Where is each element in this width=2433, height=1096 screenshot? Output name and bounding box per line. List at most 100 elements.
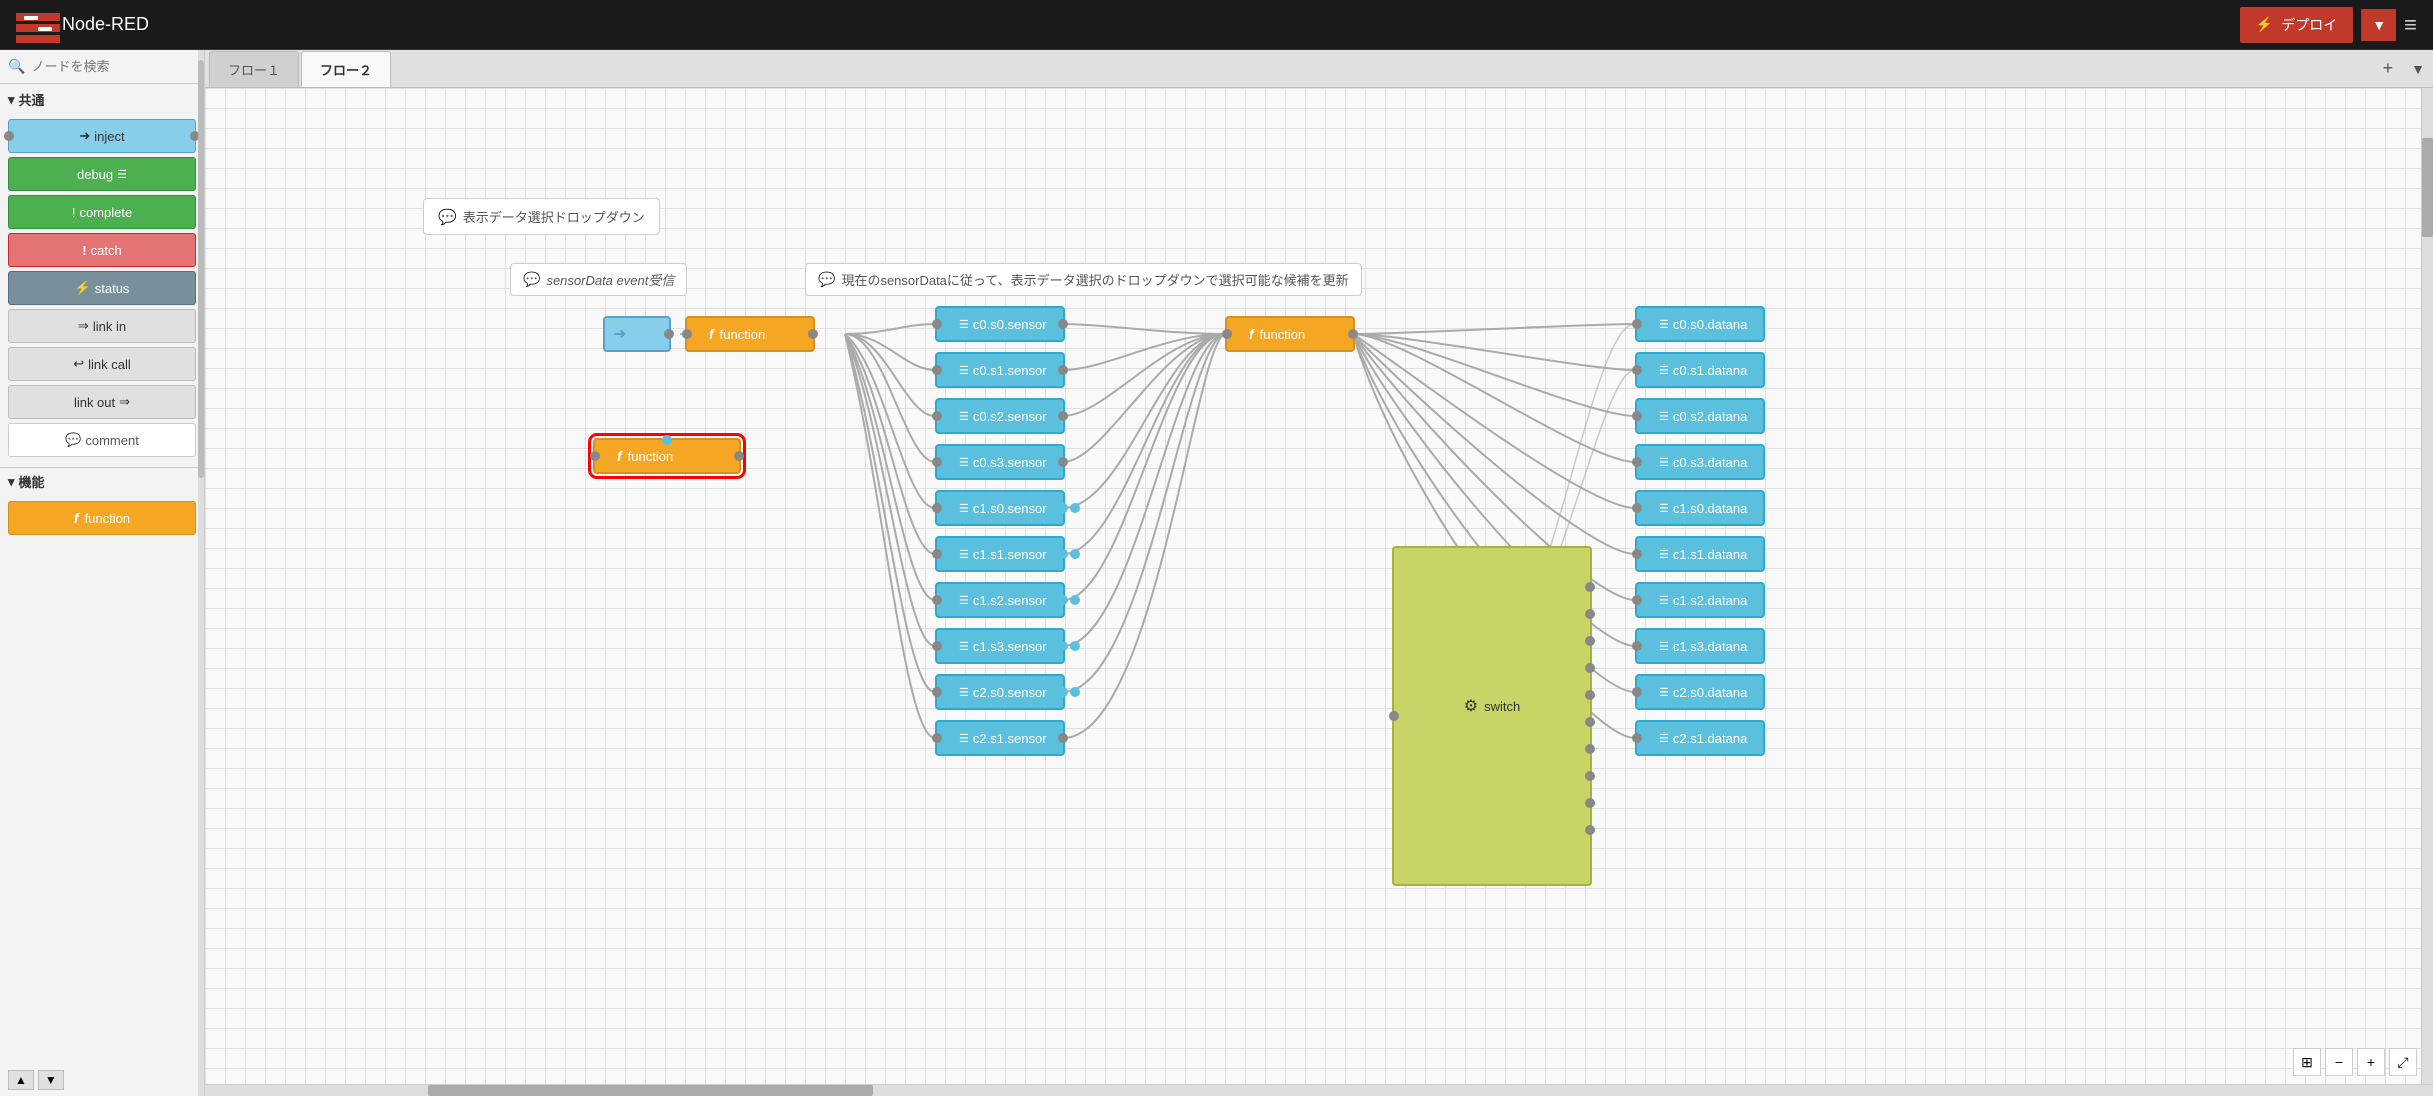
header-left: Node-RED [16,13,149,37]
fit-button[interactable]: ⤢ [2389,1048,2417,1076]
canvas-vertical-scrollbar[interactable] [2421,88,2433,1084]
deploy-dropdown-button[interactable]: ▼ [2361,9,2396,41]
layout-tool-button[interactable]: ⊞ [2293,1048,2321,1076]
deploy-label: デプロイ [2281,15,2337,35]
list-icon-c2s1: ☰ [959,732,969,745]
sw-port-5 [1585,690,1595,700]
list-icon-c0s2: ☰ [959,410,969,423]
function-node-1[interactable]: f function [685,316,815,352]
sidebar-item-link-call[interactable]: ↩ link call [8,347,196,381]
sidebar-item-inject[interactable]: ➜ inject [8,119,196,153]
sidebar-item-link-out[interactable]: link out ⇒ [8,385,196,419]
switch-node[interactable]: ⚙ switch [1392,546,1592,886]
add-tab-button[interactable]: + [2373,58,2404,79]
canvas-vscrollbar-thumb[interactable] [2422,138,2433,238]
nav-down-button[interactable]: ▼ [38,1070,64,1090]
datana-c0s3[interactable]: ☰ c0.s3.datana [1635,444,1765,480]
canvas-scrollbar-thumb[interactable] [428,1085,874,1096]
zoom-out-button[interactable]: − [2325,1048,2353,1076]
comment-dropdown[interactable]: 💬 表示データ選択ドロップダウン [423,198,660,235]
nav-up-button[interactable]: ▲ [8,1070,34,1090]
deploy-button[interactable]: ⚡ デプロイ [2240,7,2353,43]
sidebar-item-debug[interactable]: debug ☰ [8,157,196,191]
sensor-c1s2[interactable]: ☰ c1.s2.sensor [935,582,1065,618]
sensor-c2s1[interactable]: ☰ c2.s1.sensor [935,720,1065,756]
d-c1s0-pl [1632,503,1642,513]
sensor-c1s0[interactable]: ☰ c1.s0.sensor [935,490,1065,526]
tab-flow1[interactable]: フロー１ [209,51,299,87]
list-icon-d-c2s0: ☰ [1659,686,1669,699]
sensor-c0s0[interactable]: ☰ c0.s0.sensor [935,306,1065,342]
list-icon-c0s3: ☰ [959,456,969,469]
s-c2s0-pl [932,687,942,697]
d-c0s1-label: c0.s1.datana [1673,363,1747,378]
link-call-label: link call [88,357,131,372]
datana-c2s0[interactable]: ☰ c2.s0.datana [1635,674,1765,710]
complete-icon: ! [72,205,76,220]
datana-c2s1[interactable]: ☰ c2.s1.datana [1635,720,1765,756]
s-c0s2-pl [932,411,942,421]
sidebar-scrollbar-thumb[interactable] [198,60,204,478]
list-icon-c2s0: ☰ [959,686,969,699]
inject-node[interactable]: ➜ [603,316,671,352]
function-f-icon: f [74,510,79,526]
tab-flow2[interactable]: フロー２ [301,51,391,87]
section-common-header[interactable]: ▾ 共通 [0,84,204,115]
sw-port-8 [1585,771,1595,781]
sensor-c0s2[interactable]: ☰ c0.s2.sensor [935,398,1065,434]
connections-svg [205,88,2433,1096]
comment-update[interactable]: 💬 現在のsensorDataに従って、表示データ選択のドロップダウンで選択可能… [805,263,1362,296]
function-node-2[interactable]: f function [1225,316,1355,352]
section-function-header[interactable]: ▾ 機能 [0,467,204,497]
sensor-c0s1[interactable]: ☰ c0.s1.sensor [935,352,1065,388]
s-c1s3-pr [1058,641,1068,651]
datana-c1s0[interactable]: ☰ c1.s0.datana [1635,490,1765,526]
search-input[interactable] [31,59,205,74]
sw-port-4 [1585,663,1595,673]
search-box: 🔍 [0,50,204,84]
sensor-c0s3[interactable]: ☰ c0.s3.sensor [935,444,1065,480]
function-nodes-list: f function [0,497,204,539]
sidebar-scrollbar[interactable] [198,50,204,1096]
sensor-c2s0[interactable]: ☰ c2.s0.sensor [935,674,1065,710]
sidebar-item-link-in[interactable]: ⇒ link in [8,309,196,343]
header-right: ⚡ デプロイ ▼ ≡ [2240,7,2417,43]
header: Node-RED ⚡ デプロイ ▼ ≡ [0,0,2433,50]
function-node-selected[interactable]: f function [593,438,741,474]
switch-label: switch [1484,699,1520,714]
sw-port-left [1389,711,1399,721]
switch-node-label-container: ⚙ switch [1402,696,1582,716]
tab-dropdown-button[interactable]: ▼ [2403,61,2433,77]
datana-c1s3[interactable]: ☰ c1.s3.datana [1635,628,1765,664]
canvas-horizontal-scrollbar[interactable] [205,1084,2433,1096]
sensor-c1s3[interactable]: ☰ c1.s3.sensor [935,628,1065,664]
s-c0s0-label: c0.s0.sensor [973,317,1047,332]
datana-c0s0[interactable]: ☰ c0.s0.datana [1635,306,1765,342]
sidebar-item-function[interactable]: f function [8,501,196,535]
list-icon-c1s0: ☰ [959,502,969,515]
sidebar-item-complete[interactable]: ! complete [8,195,196,229]
sw-port-3 [1585,636,1595,646]
sensor-c1s1[interactable]: ☰ c1.s1.sensor [935,536,1065,572]
status-label: status [95,281,130,296]
s-c0s0-pl [932,319,942,329]
catch-label: catch [91,243,122,258]
s-c1s2-pr [1058,595,1068,605]
d-c1s2-label: c1.s2.datana [1673,593,1747,608]
sidebar-item-comment[interactable]: 💬 comment [8,423,196,457]
list-icon-d-c0s1: ☰ [1659,364,1669,377]
function-label: function [85,511,131,526]
datana-c0s2[interactable]: ☰ c0.s2.datana [1635,398,1765,434]
datana-c1s1[interactable]: ☰ c1.s1.datana [1635,536,1765,572]
canvas[interactable]: 💬 表示データ選択ドロップダウン 💬 sensorData event受信 💬 … [205,88,2433,1096]
datana-c1s2[interactable]: ☰ c1.s2.datana [1635,582,1765,618]
datana-c0s1[interactable]: ☰ c0.s1.datana [1635,352,1765,388]
sidebar-item-status[interactable]: ⚡ status [8,271,196,305]
d-c0s3-label: c0.s3.datana [1673,455,1747,470]
zoom-in-button[interactable]: + [2357,1048,2385,1076]
d-c0s2-pl [1632,411,1642,421]
main-menu-button[interactable]: ≡ [2404,12,2417,38]
comment-sensor-event[interactable]: 💬 sensorData event受信 [510,263,687,296]
link-in-label: link in [93,319,126,334]
sidebar-item-catch[interactable]: ! catch [8,233,196,267]
